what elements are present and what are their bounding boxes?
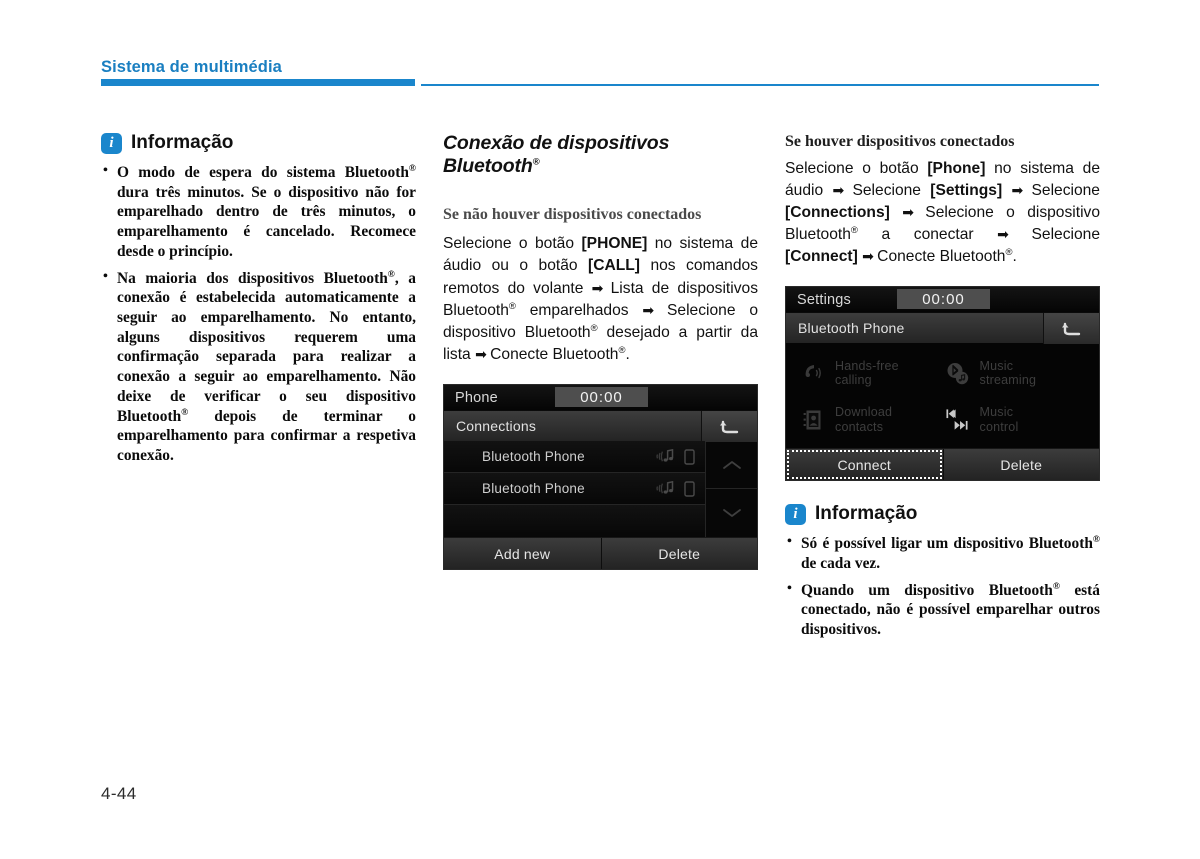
delete-button[interactable]: Delete xyxy=(942,449,1099,481)
chevron-down-icon xyxy=(722,509,741,518)
device-list: Bluetooth Phone Bluetooth Phone xyxy=(444,441,705,538)
feature-label-line2: control xyxy=(979,419,1019,434)
feature-label: Music streaming xyxy=(980,359,1037,389)
info-box-title: Informação xyxy=(815,503,918,525)
section-title: Conexão de dispositivos Bluetooth® xyxy=(443,132,670,178)
phone-device-icon xyxy=(684,448,695,465)
table-row-empty xyxy=(444,505,705,538)
section-body-text: Selecione o botão [Phone] no sistema de … xyxy=(785,159,1100,266)
back-button[interactable] xyxy=(1043,313,1099,345)
bluetooth-music-icon xyxy=(945,360,971,387)
feature-label: Music control xyxy=(980,405,1019,435)
table-row[interactable]: Bluetooth Phone xyxy=(444,441,705,474)
feature-download-contacts: Download contacts xyxy=(800,404,945,437)
list-item: Na maioria dos dispositivos Bluetooth®, … xyxy=(101,268,416,466)
scroll-up-button[interactable] xyxy=(706,441,757,490)
info-box-header-left: i Informação xyxy=(101,132,416,154)
page-header-title: Sistema de multimédia xyxy=(101,58,282,76)
clock-display: 00:00 xyxy=(897,289,990,310)
contacts-book-icon xyxy=(800,406,826,433)
screen-title: Phone xyxy=(455,389,498,406)
feature-label-line2: calling xyxy=(835,373,872,388)
header-rule-thick xyxy=(101,79,415,86)
row-status-icons xyxy=(656,441,695,472)
screen-subheader: Connections xyxy=(456,418,537,435)
middle-column: Conexão de dispositivos Bluetooth® Se nã… xyxy=(443,132,758,571)
connect-button[interactable]: Connect xyxy=(786,449,943,481)
music-streaming-icon xyxy=(656,481,674,494)
screen-button-row: Connect Delete xyxy=(786,448,1099,481)
left-column: i Informação O modo de espera do sistema… xyxy=(101,132,416,466)
right-column: Se houver dispositivos conectados Seleci… xyxy=(785,132,1100,640)
screen-title-bar: Phone 00:00 xyxy=(444,385,757,411)
screen-subheader: Bluetooth Phone xyxy=(798,320,905,337)
feature-label-line2: contacts xyxy=(835,419,884,434)
screen-title: Settings xyxy=(797,291,851,308)
device-name: Bluetooth Phone xyxy=(482,481,585,497)
screen-sub-bar: Connections xyxy=(444,410,757,443)
row-status-icons xyxy=(656,473,695,504)
feature-grid: Hands-free calling Music streaming Downl… xyxy=(786,343,1099,449)
back-arrow-icon xyxy=(719,420,738,433)
feature-label-line1: Download xyxy=(835,405,893,420)
sub-section-title: Se houver dispositivos conectados xyxy=(785,133,1015,150)
page-number: 4-44 xyxy=(101,784,137,803)
bullet-text: Só é possível ligar um dispositivo Bluet… xyxy=(801,535,1100,572)
list-item: Quando um dispositivo Bluetooth® está co… xyxy=(785,580,1100,640)
info-box-title: Informação xyxy=(131,132,234,153)
screen-sub-bar: Bluetooth Phone xyxy=(786,312,1099,345)
feature-label: Hands-free calling xyxy=(835,359,899,389)
info-bullet-list-right: Só é possível ligar um dispositivo Bluet… xyxy=(785,533,1100,640)
manual-page: Sistema de multimédia i Informação O mod… xyxy=(0,0,1200,859)
music-streaming-icon xyxy=(656,449,674,462)
feature-label-line1: Music xyxy=(979,358,1014,373)
info-icon: i xyxy=(785,503,806,525)
device-name: Bluetooth Phone xyxy=(482,449,585,465)
info-box-right: i Informação Só é possível ligar um disp… xyxy=(785,503,1100,640)
info-icon: i xyxy=(101,132,122,154)
feature-label-line1: Hands-free xyxy=(835,358,899,373)
info-bullet-list-left: O modo de espera do sistema Bluetooth® d… xyxy=(101,162,416,466)
track-controls-icon xyxy=(945,406,971,433)
list-item: Só é possível ligar um dispositivo Bluet… xyxy=(785,533,1100,573)
list-scrollbar[interactable] xyxy=(705,441,757,538)
feature-label-line2: streaming xyxy=(979,373,1037,388)
feature-label: Download contacts xyxy=(835,405,892,435)
section-body-text: Selecione o botão [PHONE] no sistema de … xyxy=(443,235,758,363)
delete-button[interactable]: Delete xyxy=(600,538,757,570)
feature-label-line1: Music xyxy=(979,405,1014,420)
feature-music-streaming: Music streaming xyxy=(945,357,1090,390)
device-screenshot-bluetooth-phone: Settings 00:00 Bluetooth Phone Hands-fre… xyxy=(785,286,1100,482)
header-rule-thin xyxy=(421,84,1099,86)
table-row[interactable]: Bluetooth Phone xyxy=(444,473,705,506)
bullet-text: O modo de espera do sistema Bluetooth® d… xyxy=(117,163,416,260)
clock-display: 00:00 xyxy=(555,387,648,408)
phone-device-icon xyxy=(684,480,695,497)
clock-text: 00:00 xyxy=(580,388,623,406)
scroll-down-button[interactable] xyxy=(706,489,757,537)
bullet-text: Quando um dispositivo Bluetooth® está co… xyxy=(801,581,1100,639)
feature-music-control: Music control xyxy=(945,404,1090,437)
chevron-up-icon xyxy=(722,460,741,469)
bullet-text: Na maioria dos dispositivos Bluetooth®, … xyxy=(117,269,416,465)
feature-hands-free-calling: Hands-free calling xyxy=(800,357,945,390)
screen-button-row: Add new Delete xyxy=(444,537,757,570)
screen-title-bar: Settings 00:00 xyxy=(786,287,1099,313)
device-list-area: Bluetooth Phone Bluetooth Phone xyxy=(444,441,757,538)
clock-text: 00:00 xyxy=(922,290,965,308)
handset-calling-icon xyxy=(800,360,826,387)
list-item: O modo de espera do sistema Bluetooth® d… xyxy=(101,162,416,262)
add-new-button[interactable]: Add new xyxy=(444,538,601,570)
back-arrow-icon xyxy=(1061,322,1080,335)
info-box-header-right: i Informação xyxy=(785,503,1100,525)
sub-section-title: Se não houver dispositivos conectados xyxy=(443,205,702,223)
back-button[interactable] xyxy=(701,411,757,443)
device-screenshot-connections: Phone 00:00 Connections Bluetooth Phone … xyxy=(443,384,758,571)
